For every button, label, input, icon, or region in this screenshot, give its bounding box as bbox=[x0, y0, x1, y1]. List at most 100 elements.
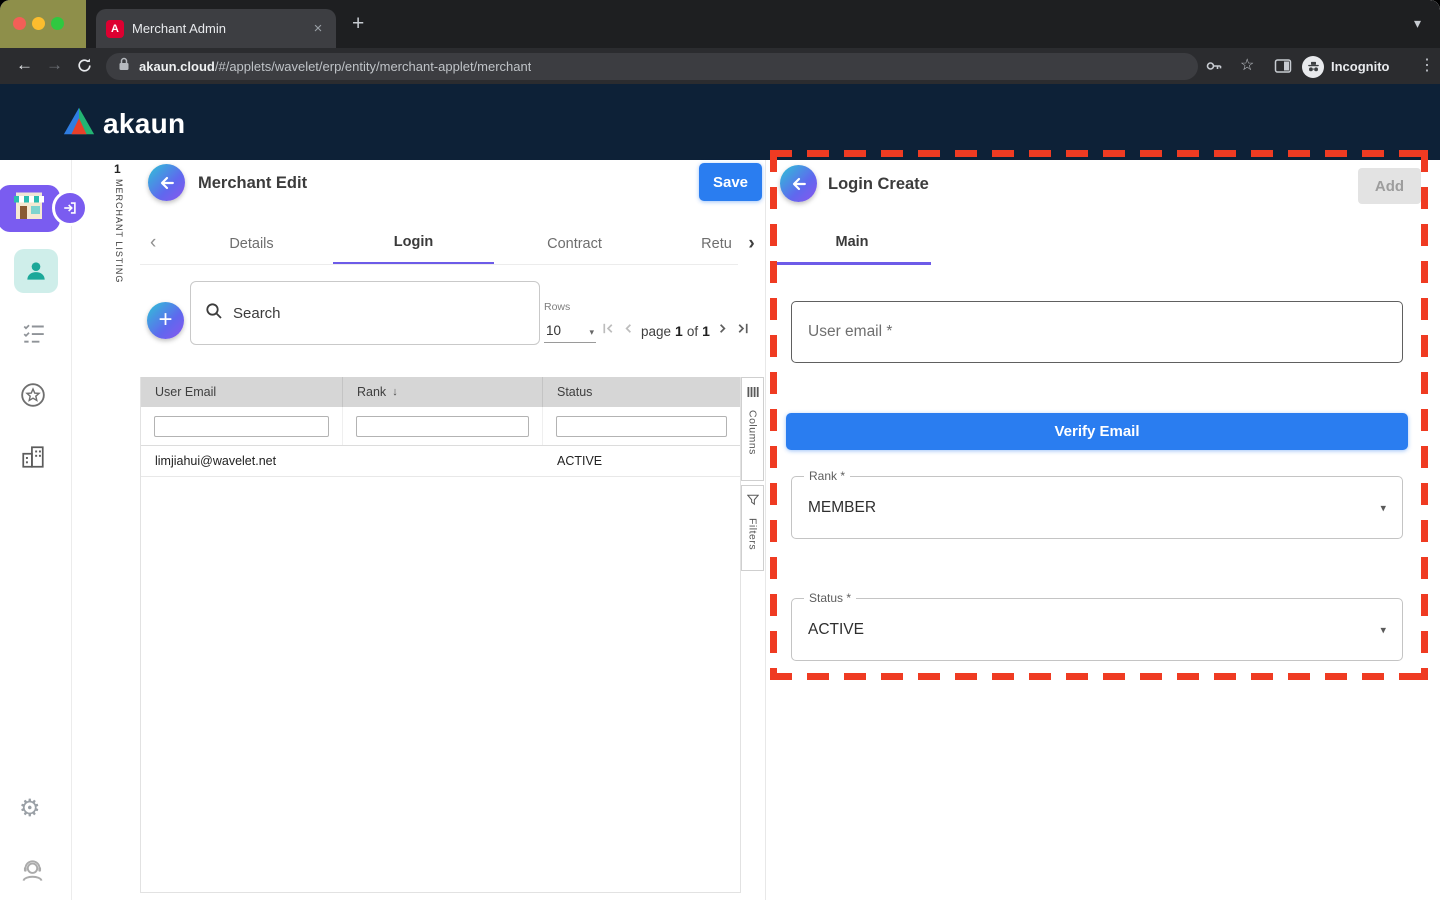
login-create-panel: Login Create Add Main Verify Email Rank … bbox=[765, 160, 1440, 900]
tab-contract[interactable]: Contract bbox=[494, 222, 655, 265]
back-icon[interactable]: ← bbox=[16, 55, 33, 75]
page-indicator: page1of1 bbox=[641, 323, 710, 339]
rows-per-page-select[interactable]: 10 ▾ bbox=[544, 317, 596, 343]
app-header: akaun bbox=[0, 84, 1440, 160]
merchant-edit-back-button[interactable] bbox=[148, 164, 185, 201]
macos-minimize-button[interactable] bbox=[32, 17, 45, 30]
last-page-icon[interactable] bbox=[735, 321, 750, 341]
user-email-field bbox=[791, 301, 1403, 363]
support-agent-icon[interactable] bbox=[19, 857, 46, 889]
login-create-back-button[interactable] bbox=[780, 165, 817, 202]
columns-icon bbox=[747, 385, 759, 403]
filters-tab-label: Filters bbox=[747, 518, 759, 550]
filter-input-rank[interactable] bbox=[356, 416, 529, 437]
tab-favicon: A bbox=[106, 20, 124, 38]
sidebar-item-list-icon[interactable] bbox=[21, 320, 47, 351]
incognito-icon bbox=[1302, 56, 1324, 78]
merchant-edit-title: Merchant Edit bbox=[198, 174, 307, 193]
sidebar-item-star-icon[interactable] bbox=[20, 382, 46, 413]
columns-side-tab[interactable]: Columns bbox=[741, 377, 764, 481]
status-select[interactable]: Status * ACTIVE ▾ bbox=[791, 598, 1403, 661]
rows-label: Rows bbox=[544, 301, 570, 313]
next-page-icon[interactable] bbox=[715, 321, 730, 341]
new-tab-button[interactable]: + bbox=[352, 13, 364, 34]
filters-side-tab[interactable]: Filters bbox=[741, 485, 764, 571]
browser-tab[interactable]: A Merchant Admin × bbox=[96, 9, 336, 48]
columns-tab-label: Columns bbox=[747, 410, 759, 455]
rows-value: 10 bbox=[546, 323, 561, 338]
tabs-scroll-next-icon[interactable]: › bbox=[738, 222, 765, 265]
filter-funnel-icon bbox=[747, 493, 759, 511]
reload-icon[interactable] bbox=[76, 57, 93, 79]
lock-icon bbox=[118, 57, 130, 76]
listing-text: MERCHANT LISTING bbox=[114, 179, 124, 287]
rank-value: MEMBER bbox=[808, 499, 876, 517]
tab-search-chevron-icon[interactable]: ▾ bbox=[1414, 15, 1421, 32]
logins-table: User Email Rank↓ Status limjiahui@wavele… bbox=[140, 377, 741, 893]
key-icon[interactable] bbox=[1205, 57, 1223, 80]
screen: A Merchant Admin × + ▾ ← → akaun.cloud/#… bbox=[0, 0, 1440, 900]
status-value: ACTIVE bbox=[808, 621, 864, 639]
search-box[interactable] bbox=[190, 281, 540, 345]
login-arrow-badge-icon[interactable] bbox=[52, 190, 88, 226]
save-button[interactable]: Save bbox=[699, 163, 762, 201]
column-header-user-email[interactable]: User Email bbox=[141, 377, 343, 407]
tab-title: Merchant Admin bbox=[132, 21, 302, 36]
filter-input-user-email[interactable] bbox=[154, 416, 329, 437]
status-label: Status * bbox=[804, 591, 856, 605]
logo-text: akaun bbox=[103, 108, 185, 140]
address-bar[interactable]: akaun.cloud/#/applets/wavelet/erp/entity… bbox=[106, 53, 1198, 80]
first-page-icon[interactable] bbox=[601, 321, 616, 341]
column-header-status[interactable]: Status bbox=[543, 377, 740, 407]
add-button-disabled[interactable]: Add bbox=[1358, 168, 1421, 204]
plus-icon: + bbox=[158, 308, 172, 332]
settings-gear-icon[interactable]: ⚙ bbox=[19, 794, 41, 823]
side-panel-icon[interactable] bbox=[1274, 57, 1292, 80]
user-email-input[interactable] bbox=[808, 323, 1386, 341]
cell-status: ACTIVE bbox=[543, 454, 740, 468]
merchant-edit-tabbar: Details Login Contract Retu bbox=[140, 222, 765, 265]
merchant-listing-label: 1 MERCHANT LISTING bbox=[114, 162, 140, 292]
sidebar-item-merchant-applet[interactable] bbox=[0, 185, 60, 232]
bookmark-star-icon[interactable]: ☆ bbox=[1240, 55, 1254, 75]
tabs-scroll-prev-icon[interactable]: ‹ bbox=[150, 232, 156, 254]
tab-details[interactable]: Details bbox=[171, 222, 332, 265]
tab-main[interactable]: Main bbox=[773, 222, 931, 265]
column-header-rank[interactable]: Rank↓ bbox=[343, 377, 543, 407]
table-filter-row bbox=[141, 407, 740, 446]
sort-desc-icon: ↓ bbox=[392, 386, 398, 398]
search-input[interactable] bbox=[233, 305, 525, 322]
chevron-down-icon: ▾ bbox=[1380, 501, 1386, 514]
incognito-label: Incognito bbox=[1331, 59, 1390, 74]
macos-zoom-button[interactable] bbox=[51, 17, 64, 30]
url-text: akaun.cloud/#/applets/wavelet/erp/entity… bbox=[139, 59, 531, 74]
verify-email-button[interactable]: Verify Email bbox=[786, 413, 1408, 450]
pagination: page1of1 bbox=[601, 318, 750, 344]
sidebar-item-organization-icon[interactable] bbox=[20, 444, 46, 475]
cell-user-email: limjiahui@wavelet.net bbox=[141, 454, 343, 468]
filter-cell-rank bbox=[343, 407, 543, 445]
akaun-logo-icon bbox=[62, 106, 96, 141]
rank-select[interactable]: Rank * MEMBER ▾ bbox=[791, 476, 1403, 539]
chevron-down-icon: ▾ bbox=[589, 327, 594, 338]
table-header-row: User Email Rank↓ Status bbox=[141, 377, 740, 407]
sidebar-item-entity-active[interactable] bbox=[14, 249, 58, 293]
tab-login[interactable]: Login bbox=[333, 222, 494, 265]
filter-input-status[interactable] bbox=[556, 416, 727, 437]
browser-menu-icon[interactable]: ⋮ bbox=[1419, 55, 1435, 75]
prev-page-icon[interactable] bbox=[621, 321, 636, 341]
rank-label: Rank * bbox=[804, 469, 850, 483]
filter-cell-status bbox=[543, 407, 740, 445]
login-create-title: Login Create bbox=[828, 175, 929, 194]
forward-icon[interactable]: → bbox=[46, 55, 63, 75]
tab-close-icon[interactable]: × bbox=[310, 20, 326, 37]
add-login-button[interactable]: + bbox=[147, 302, 184, 339]
akaun-logo[interactable]: akaun bbox=[62, 106, 185, 141]
table-row[interactable]: limjiahui@wavelet.net ACTIVE bbox=[141, 446, 740, 477]
incognito-badge: Incognito bbox=[1302, 53, 1390, 80]
search-icon bbox=[205, 302, 223, 325]
browser-tab-strip: A Merchant Admin × + ▾ bbox=[0, 0, 1440, 48]
applet-sidebar: ⚙ bbox=[0, 160, 72, 900]
macos-close-button[interactable] bbox=[13, 17, 26, 30]
merchant-edit-panel: Merchant Edit Save Details Login Contrac… bbox=[140, 160, 765, 900]
